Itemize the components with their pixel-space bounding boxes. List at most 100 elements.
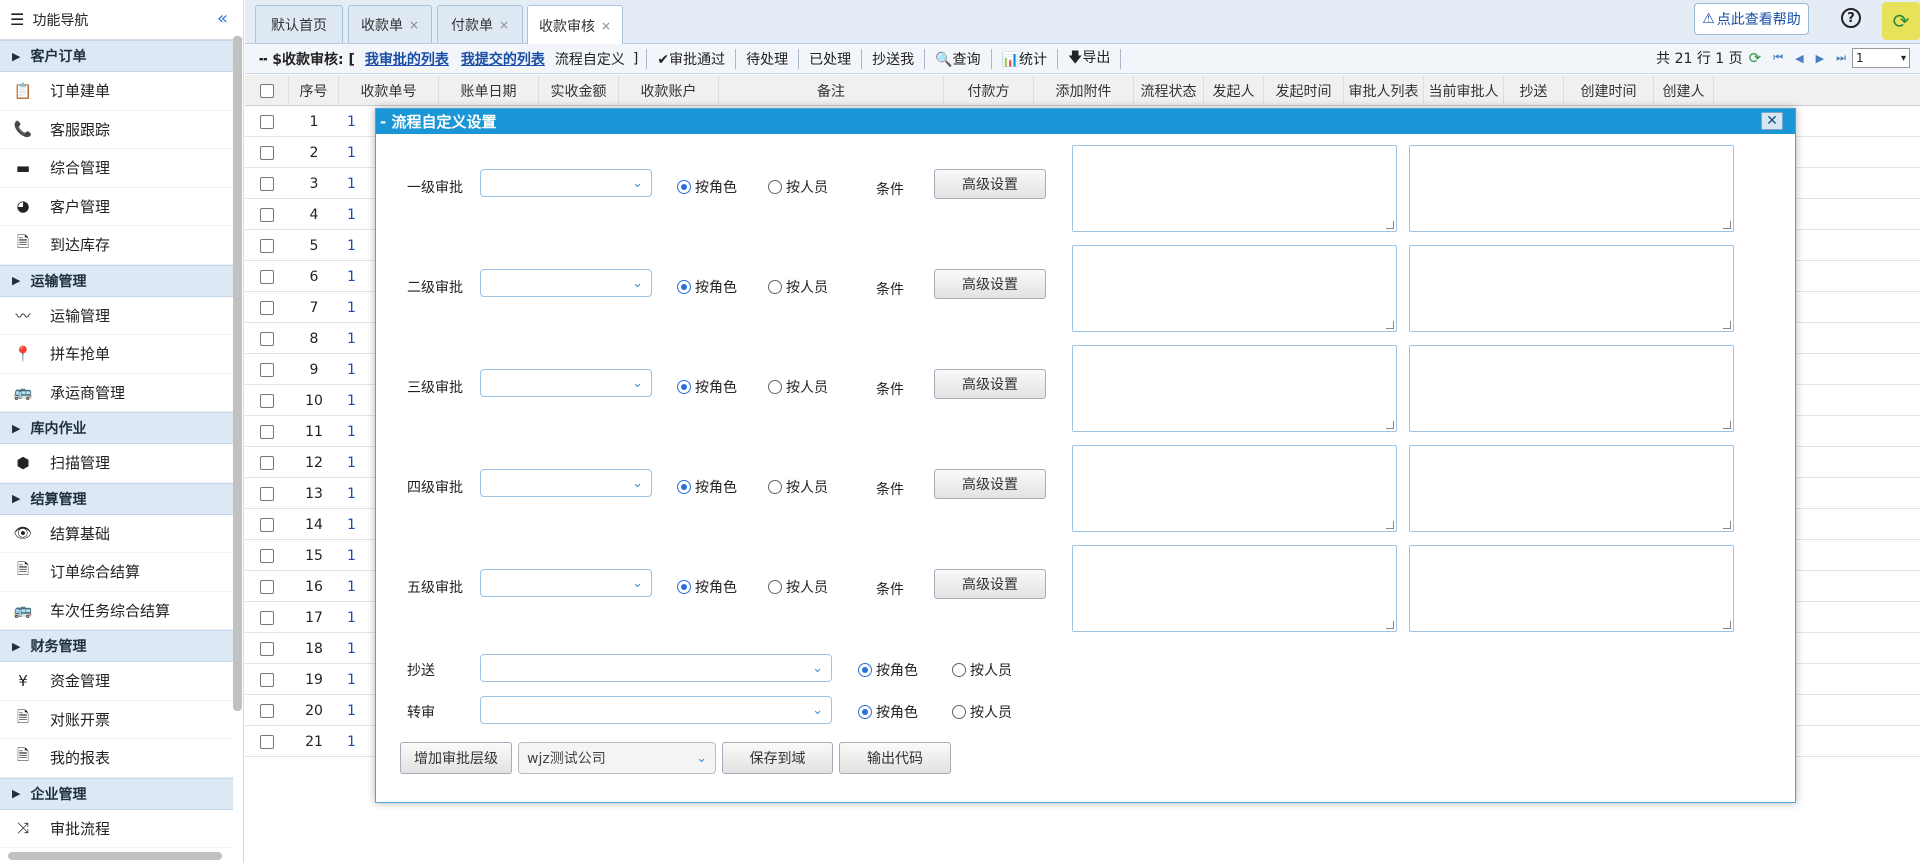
tab[interactable]: 收款单 ×: [348, 5, 432, 43]
level-select[interactable]: ⌄: [480, 169, 652, 197]
row-checkbox[interactable]: [245, 323, 289, 354]
row-checkbox[interactable]: [245, 602, 289, 633]
sidebar-item[interactable]: 📍 拼车抢单: [0, 335, 233, 374]
tab[interactable]: 收款审核 ×: [527, 5, 623, 45]
advanced-settings-button[interactable]: 高级设置: [934, 469, 1046, 499]
page-select[interactable]: 1 ▾: [1852, 48, 1910, 68]
sidebar-group[interactable]: ▶ 财务管理: [0, 630, 233, 662]
row-checkbox[interactable]: [245, 478, 289, 509]
column-header[interactable]: 发起时间: [1264, 75, 1344, 106]
sidebar-item[interactable]: ⬢ 扫描管理: [0, 444, 233, 483]
row-checkbox[interactable]: [245, 261, 289, 292]
sidebar-item[interactable]: 👁 结算基础: [0, 515, 233, 553]
level-select[interactable]: ⌄: [480, 269, 652, 297]
company-select[interactable]: wjz测试公司 ⌄: [518, 742, 716, 774]
transfer-select[interactable]: ⌄: [480, 696, 832, 724]
column-header[interactable]: 当前审批人: [1424, 75, 1504, 106]
sidebar-group[interactable]: ▶ 运输管理: [0, 264, 233, 297]
advanced-settings-button[interactable]: 高级设置: [934, 269, 1046, 299]
row-checkbox[interactable]: [245, 509, 289, 540]
sidebar-item[interactable]: ¥ 资金管理: [0, 662, 233, 701]
sidebar-group[interactable]: ▶ 库内作业: [0, 412, 233, 444]
approver-textarea[interactable]: [1409, 345, 1734, 432]
condition-textarea[interactable]: [1072, 345, 1397, 432]
condition-textarea[interactable]: [1072, 545, 1397, 632]
sidebar-item[interactable]: 📋 订单建单: [0, 72, 233, 111]
column-header[interactable]: 序号: [289, 75, 339, 106]
by-role-radio[interactable]: 按角色: [677, 277, 737, 297]
level-select[interactable]: ⌄: [480, 369, 652, 397]
row-checkbox[interactable]: [245, 168, 289, 199]
level-select[interactable]: ⌄: [480, 469, 652, 497]
row-checkbox[interactable]: [245, 230, 289, 261]
row-checkbox[interactable]: [245, 540, 289, 571]
row-checkbox[interactable]: [245, 106, 289, 137]
sidebar-item[interactable]: 🚌 车次任务综合结算: [0, 592, 233, 630]
custom-flow-link[interactable]: 流程自定义: [551, 49, 629, 69]
export-button[interactable]: 🡇导出: [1062, 47, 1116, 71]
transfer-by-person-radio[interactable]: 按人员: [952, 702, 1012, 722]
by-role-radio[interactable]: 按角色: [677, 377, 737, 397]
by-person-radio[interactable]: 按人员: [768, 177, 828, 197]
advanced-settings-button[interactable]: 高级设置: [934, 169, 1046, 199]
transfer-by-role-radio[interactable]: 按角色: [858, 702, 918, 722]
cc-by-role-radio[interactable]: 按角色: [858, 660, 918, 680]
row-checkbox[interactable]: [245, 571, 289, 602]
question-icon[interactable]: ?: [1841, 8, 1861, 28]
output-code-button[interactable]: 输出代码: [839, 742, 951, 774]
level-select[interactable]: ⌄: [480, 569, 652, 597]
column-header[interactable]: 收款单号: [339, 75, 439, 106]
condition-textarea[interactable]: [1072, 445, 1397, 532]
advanced-settings-button[interactable]: 高级设置: [934, 569, 1046, 599]
sidebar-vertical-scrollbar[interactable]: [233, 36, 242, 711]
sidebar-horizontal-scrollbar[interactable]: [8, 852, 222, 860]
help-button[interactable]: ⚠ 点此查看帮助: [1694, 3, 1809, 35]
row-checkbox[interactable]: [245, 199, 289, 230]
column-header[interactable]: 实收金额: [539, 75, 619, 106]
row-checkbox[interactable]: [245, 292, 289, 323]
sidebar-group[interactable]: ▶ 客户订单: [0, 40, 233, 72]
by-person-radio[interactable]: 按人员: [768, 577, 828, 597]
cc-by-person-radio[interactable]: 按人员: [952, 660, 1012, 680]
by-role-radio[interactable]: 按角色: [677, 577, 737, 597]
close-icon[interactable]: ×: [601, 19, 611, 33]
by-person-radio[interactable]: 按人员: [768, 377, 828, 397]
close-icon[interactable]: ×: [499, 18, 509, 32]
sidebar-item[interactable]: 🗎 对账开票: [0, 701, 233, 739]
column-header[interactable]: 流程状态: [1134, 75, 1204, 106]
query-button[interactable]: 🔍查询: [929, 49, 986, 69]
column-header[interactable]: 创建人: [1654, 75, 1714, 106]
column-header[interactable]: 创建时间: [1564, 75, 1654, 106]
sidebar-item[interactable]: 〰运输管理: [0, 297, 233, 335]
sidebar-item[interactable]: 🗎 我的报表: [0, 739, 233, 778]
advanced-settings-button[interactable]: 高级设置: [934, 369, 1046, 399]
row-checkbox[interactable]: [245, 416, 289, 447]
column-header[interactable]: 备注: [719, 75, 944, 106]
condition-textarea[interactable]: [1072, 145, 1397, 232]
column-header[interactable]: 审批人列表: [1344, 75, 1424, 106]
stats-button[interactable]: 📊统计: [996, 49, 1053, 69]
by-person-radio[interactable]: 按人员: [768, 477, 828, 497]
by-role-radio[interactable]: 按角色: [677, 177, 737, 197]
sidebar-item[interactable]: 🗎 订单综合结算: [0, 553, 233, 592]
add-level-button[interactable]: 增加审批层级: [400, 742, 512, 774]
approve-button[interactable]: ✔审批通过: [651, 49, 731, 69]
row-checkbox[interactable]: [245, 447, 289, 478]
approver-textarea[interactable]: [1409, 545, 1734, 632]
row-checkbox[interactable]: [245, 695, 289, 726]
close-icon[interactable]: ×: [409, 18, 419, 32]
sidebar-group[interactable]: ▶ 企业管理: [0, 777, 233, 810]
my-submitted-link[interactable]: 我提交的列表: [455, 49, 551, 69]
next-page-icon[interactable]: ▶: [1816, 52, 1824, 65]
sidebar-item[interactable]: 🗎 到达库存: [0, 226, 233, 265]
pager-refresh-icon[interactable]: ⟳: [1749, 49, 1762, 67]
row-checkbox[interactable]: [245, 664, 289, 695]
first-page-icon[interactable]: ⏮: [1773, 51, 1783, 65]
tab[interactable]: 付款单 ×: [437, 5, 523, 43]
sidebar-item[interactable]: ⤨ 审批流程: [0, 810, 233, 848]
select-all-checkbox[interactable]: [245, 75, 289, 106]
sidebar-item[interactable]: 🚌 承运商管理: [0, 374, 233, 412]
approver-textarea[interactable]: [1409, 245, 1734, 332]
by-person-radio[interactable]: 按人员: [768, 277, 828, 297]
sidebar-group[interactable]: ▶ 结算管理: [0, 482, 233, 515]
